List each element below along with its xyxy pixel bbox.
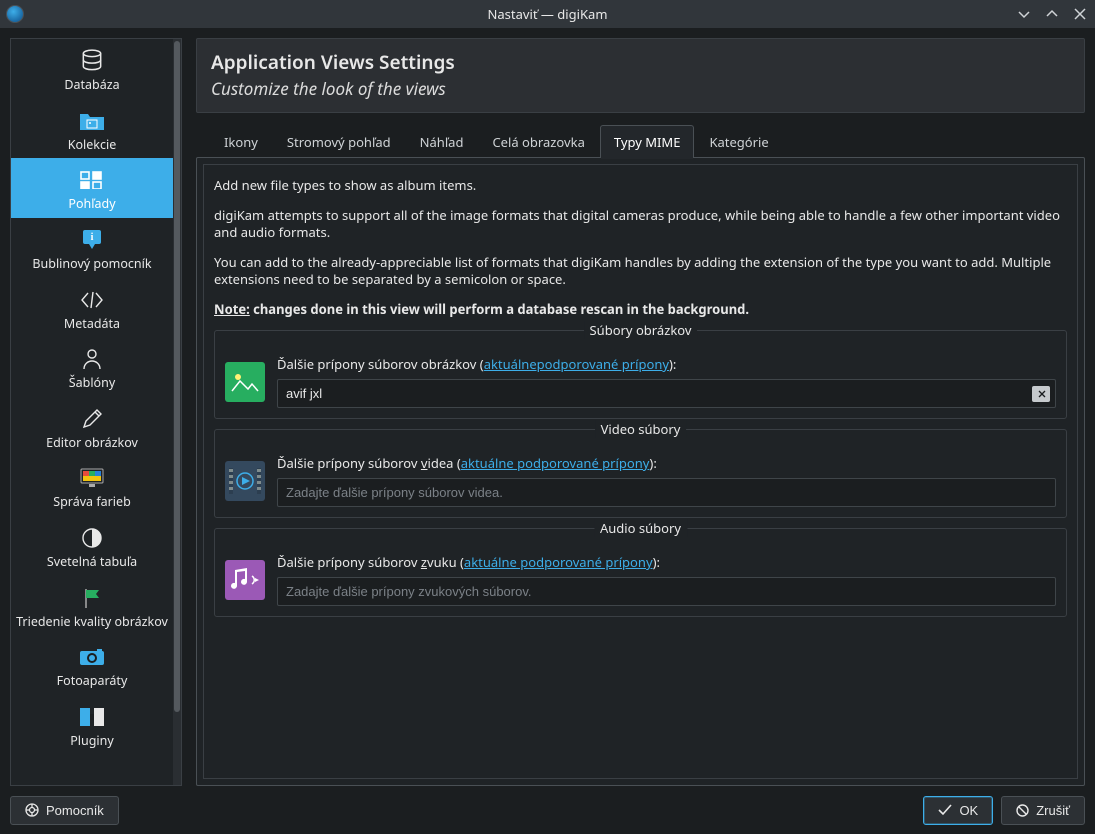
- tab-mime-types[interactable]: Typy MIME: [600, 125, 695, 158]
- settings-sidebar: Databáza Kolekcie Pohľady i Bublinový po…: [10, 38, 182, 786]
- tab-categories[interactable]: Kategórie: [695, 125, 782, 158]
- sidebar-item-light-table[interactable]: Svetelná tabuľa: [11, 516, 173, 576]
- tab-tree-view[interactable]: Stromový pohľad: [273, 125, 405, 158]
- tab-label: Ikony: [224, 133, 258, 151]
- note-label: Note:: [214, 300, 250, 318]
- sidebar-item-image-editor[interactable]: Editor obrázkov: [11, 397, 173, 457]
- sidebar-label: Pohľady: [68, 196, 115, 212]
- sidebar-item-metadata[interactable]: Metadáta: [11, 278, 173, 338]
- ok-label: OK: [959, 803, 978, 818]
- image-files-group: Súbory obrázkov Ďalšie prípony súborov o…: [214, 330, 1067, 419]
- sidebar-item-color-management[interactable]: Správa farieb: [11, 456, 173, 516]
- page-title: Application Views Settings: [211, 49, 1070, 75]
- sidebar-label: Triedenie kvality obrázkov: [16, 614, 168, 630]
- group-title: Video súbory: [595, 420, 687, 438]
- video-extensions-input[interactable]: [277, 478, 1056, 507]
- audio-file-icon: [225, 560, 265, 600]
- sidebar-item-tooltip[interactable]: i Bublinový pomocník: [11, 218, 173, 278]
- help-button[interactable]: Pomocník: [10, 796, 119, 825]
- sidebar-label: Kolekcie: [68, 137, 117, 153]
- sidebar-label: Šablóny: [69, 375, 115, 391]
- titlebar: Nastaviť — digiKam: [0, 0, 1095, 28]
- video-file-icon: [225, 461, 265, 501]
- image-extensions-label: Ďalšie prípony súborov obrázkov (aktuáln…: [277, 355, 1056, 373]
- sidebar-item-collections[interactable]: Kolekcie: [11, 99, 173, 159]
- sidebar-item-cameras[interactable]: Fotoaparáty: [11, 635, 173, 695]
- help-label: Pomocník: [46, 803, 104, 818]
- flag-icon: [81, 584, 103, 612]
- sidebar-label: Svetelná tabuľa: [47, 554, 137, 570]
- svg-text:i: i: [91, 232, 94, 243]
- audio-supported-link[interactable]: aktuálne podporované prípony: [464, 553, 653, 571]
- sidebar-label: Databáza: [64, 77, 119, 93]
- user-icon: [81, 345, 103, 373]
- sidebar-label: Správa farieb: [53, 494, 131, 510]
- tab-label: Náhľad: [420, 133, 464, 151]
- tab-label: Kategórie: [709, 133, 768, 151]
- mime-types-page: Add new file types to show as album item…: [203, 164, 1078, 779]
- tooltip-icon: i: [80, 226, 104, 254]
- ok-button[interactable]: OK: [923, 796, 993, 825]
- group-title: Súbory obrázkov: [584, 321, 698, 339]
- sidebar-label: Bublinový pomocník: [32, 256, 151, 272]
- image-file-icon: [225, 362, 265, 402]
- contrast-circle-icon: [81, 524, 103, 552]
- scrollbar-thumb[interactable]: [174, 41, 180, 712]
- image-extensions-input[interactable]: [277, 379, 1056, 408]
- audio-extensions-label: Ďalšie prípony súborov zvuku (aktuálne p…: [277, 553, 1056, 571]
- intro-text-3: You can add to the already-appreciable l…: [214, 254, 1067, 289]
- video-files-group: Video súbory Ďalšie prípony súborov vide…: [214, 429, 1067, 518]
- tab-label: Stromový pohľad: [287, 133, 391, 151]
- sidebar-item-plugins[interactable]: Pluginy: [11, 695, 173, 755]
- page-subtitle: Customize the look of the views: [211, 77, 1070, 100]
- clear-input-icon[interactable]: [1032, 386, 1050, 402]
- views-icon: [80, 166, 104, 194]
- sidebar-item-database[interactable]: Databáza: [11, 39, 173, 99]
- maximize-button[interactable]: [1043, 5, 1061, 23]
- sidebar-scrollbar[interactable]: [173, 39, 181, 785]
- close-button[interactable]: [1071, 5, 1089, 23]
- color-monitor-icon: [79, 464, 105, 492]
- sidebar-item-templates[interactable]: Šablóny: [11, 337, 173, 397]
- window-title: Nastaviť — digiKam: [488, 5, 608, 23]
- sidebar-item-views[interactable]: Pohľady: [11, 158, 173, 218]
- sidebar-label: Fotoaparáty: [57, 673, 128, 689]
- pencil-icon: [80, 405, 104, 433]
- tab-label: Celá obrazovka: [492, 133, 584, 151]
- sidebar-label: Metadáta: [64, 316, 120, 332]
- sidebar-label: Pluginy: [70, 733, 114, 749]
- database-icon: [79, 47, 105, 75]
- intro-text-2: digiKam attempts to support all of the i…: [214, 207, 1067, 242]
- metadata-icon: [79, 286, 105, 314]
- video-extensions-label: Ďalšie prípony súborov videa (aktuálne p…: [277, 454, 1056, 472]
- group-title: Audio súbory: [594, 519, 687, 537]
- tab-icons[interactable]: Ikony: [210, 125, 272, 158]
- video-supported-link[interactable]: aktuálne podporované prípony: [461, 454, 650, 472]
- plugin-icon: [78, 703, 106, 731]
- audio-files-group: Audio súbory Ďalšie prípony súborov zvuk…: [214, 528, 1067, 617]
- note-text: Note: changes done in this view will per…: [214, 301, 1067, 319]
- minimize-button[interactable]: [1015, 5, 1033, 23]
- tab-label: Typy MIME: [614, 133, 681, 151]
- tab-fullscreen[interactable]: Celá obrazovka: [478, 125, 598, 158]
- app-icon: [6, 5, 24, 23]
- dialog-footer: Pomocník OK Zrušiť: [0, 786, 1095, 834]
- cancel-label: Zrušiť: [1036, 803, 1070, 818]
- tab-preview[interactable]: Náhľad: [406, 125, 478, 158]
- page-header: Application Views Settings Customize the…: [196, 38, 1085, 113]
- note-body: changes done in this view will perform a…: [250, 300, 749, 318]
- sidebar-label: Editor obrázkov: [46, 435, 138, 451]
- image-supported-link[interactable]: aktuálnepodporované prípony: [484, 355, 669, 373]
- folder-image-icon: [79, 107, 105, 135]
- camera-icon: [79, 643, 105, 671]
- tabbar: Ikony Stromový pohľad Náhľad Celá obrazo…: [196, 125, 1085, 158]
- intro-text-1: Add new file types to show as album item…: [214, 177, 1067, 195]
- sidebar-item-quality-sort[interactable]: Triedenie kvality obrázkov: [11, 576, 173, 636]
- audio-extensions-input[interactable]: [277, 577, 1056, 606]
- cancel-button[interactable]: Zrušiť: [1001, 796, 1085, 825]
